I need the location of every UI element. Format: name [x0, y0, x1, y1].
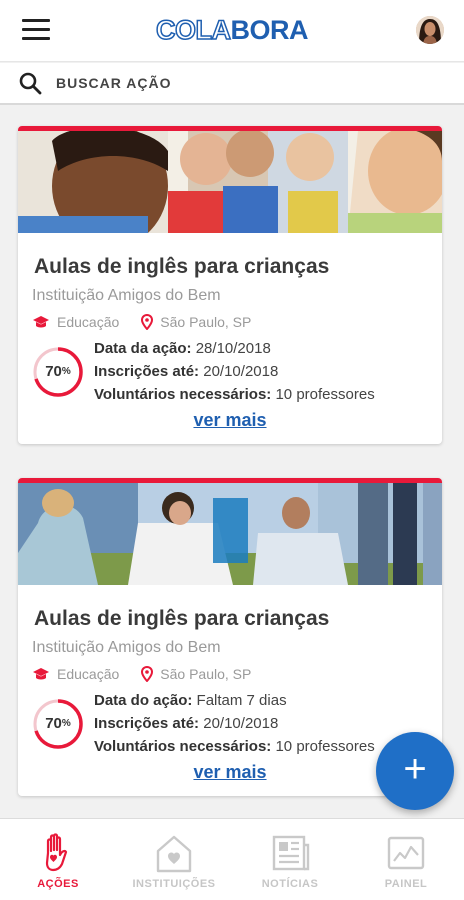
nav-label-instituicoes: INSTITUIÇÕES [132, 878, 216, 890]
bottom-navigation: AÇÕES INSTITUIÇÕES NOTÍCIAS PAINEL [0, 818, 464, 900]
graduation-cap-icon [33, 668, 49, 680]
plus-icon: + [403, 747, 427, 791]
info-row: 70% Data do ação: Faltam 7 dias Inscriçõ… [32, 689, 428, 758]
category-label: Educação [57, 666, 120, 682]
location-tag: São Paulo, SP [141, 314, 251, 330]
action-card[interactable]: Aulas de inglês para crianças Instituiçã… [18, 126, 442, 444]
category-tag: Educação [32, 666, 119, 682]
nav-label-painel: PAINEL [384, 878, 428, 890]
chart-panel-icon [387, 836, 425, 870]
card-institution: Instituição Amigos do Bem [32, 639, 221, 656]
app-screen: COLABORA BUSCAR AÇÃO Aulas de inglês par… [0, 0, 464, 900]
card-title: Aulas de inglês para crianças [34, 607, 330, 630]
user-avatar[interactable] [416, 16, 444, 44]
location-label: São Paulo, SP [160, 666, 252, 682]
nav-label-noticias: NOTÍCIAS [261, 878, 319, 890]
action-photo-children [18, 131, 442, 233]
search-input[interactable] [56, 75, 416, 91]
action-details: Data do ação: Faltam 7 dias Inscrições a… [94, 689, 375, 758]
location-pin-icon [141, 666, 154, 682]
top-bar: COLABORA [0, 0, 464, 62]
app-logo: COLABORA [155, 15, 309, 45]
category-tag: Educação [32, 314, 119, 330]
nav-item-painel[interactable]: PAINEL [348, 819, 464, 900]
search-bar [0, 63, 464, 105]
search-icon[interactable] [18, 71, 42, 95]
actions-feed[interactable]: Aulas de inglês para crianças Instituiçã… [0, 106, 464, 818]
action-card[interactable]: Aulas de inglês para crianças Instituiçã… [18, 478, 442, 796]
see-more-link[interactable]: ver mais [32, 410, 428, 431]
newspaper-icon [272, 835, 310, 871]
progress-ring: 70% [32, 698, 84, 750]
card-body: Aulas de inglês para crianças Instituiçã… [18, 233, 442, 444]
progress-value: 70% [45, 363, 71, 380]
location-pin-icon [141, 314, 154, 330]
category-label: Educação [57, 314, 120, 330]
info-row: 70% Data da ação: 28/10/2018 Inscrições … [32, 337, 428, 406]
location-tag: São Paulo, SP [141, 666, 251, 682]
add-action-button[interactable]: + [376, 732, 454, 810]
see-more-link[interactable]: ver mais [32, 762, 428, 783]
volunteers-needed: Voluntários necessários: 10 professores [94, 738, 375, 755]
location-label: São Paulo, SP [160, 314, 252, 330]
nav-label-acoes: AÇÕES [37, 878, 79, 890]
action-date: Data da ação: 28/10/2018 [94, 340, 271, 357]
progress-ring: 70% [32, 346, 84, 398]
nav-item-instituicoes[interactable]: INSTITUIÇÕES [116, 819, 232, 900]
graduation-cap-icon [33, 316, 49, 328]
house-heart-icon [156, 835, 192, 873]
helping-hand-heart-icon [45, 833, 68, 872]
avatar-image [416, 16, 444, 44]
logo-part-1: COLA [155, 15, 231, 45]
hamburger-menu-icon[interactable] [22, 19, 50, 43]
progress-value: 70% [45, 715, 71, 732]
signup-deadline: Inscrições até: 20/10/2018 [94, 715, 279, 732]
action-photo-cleanup [18, 483, 442, 585]
card-institution: Instituição Amigos do Bem [32, 287, 221, 304]
action-details: Data da ação: 28/10/2018 Inscrições até:… [94, 337, 375, 406]
card-tags: Educação São Paulo, SP [32, 314, 428, 330]
logo-part-2: BORA [230, 15, 309, 45]
card-tags: Educação São Paulo, SP [32, 666, 428, 682]
volunteers-needed: Voluntários necessários: 10 professores [94, 386, 375, 403]
nav-item-acoes[interactable]: AÇÕES [0, 819, 116, 900]
card-title: Aulas de inglês para crianças [34, 255, 330, 278]
action-date: Data do ação: Faltam 7 dias [94, 692, 287, 709]
signup-deadline: Inscrições até: 20/10/2018 [94, 363, 279, 380]
nav-item-noticias[interactable]: NOTÍCIAS [232, 819, 348, 900]
